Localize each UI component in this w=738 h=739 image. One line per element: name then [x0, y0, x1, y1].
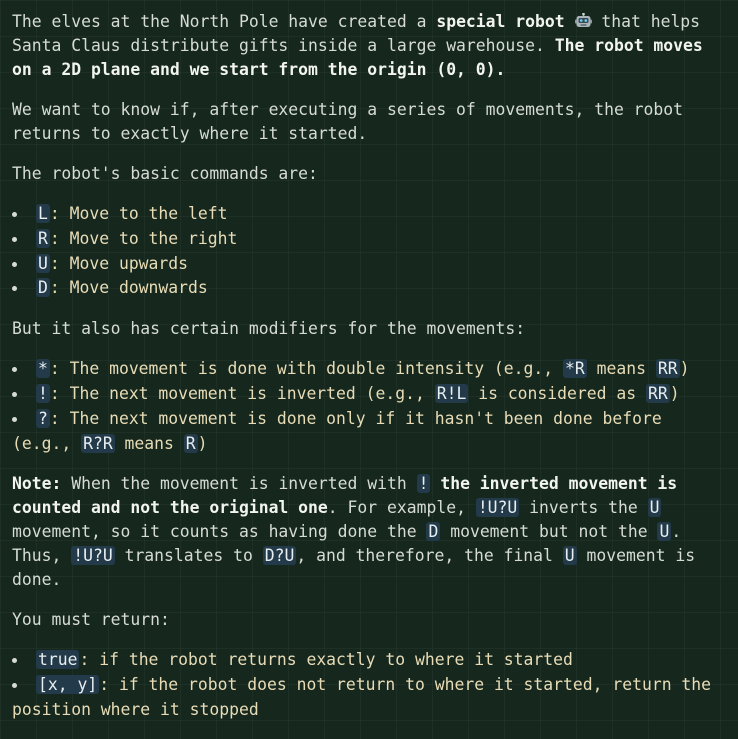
list-item-command-right: R: Move to the right	[12, 227, 728, 252]
code-inline: !	[416, 474, 431, 494]
code-inline: !U?U	[475, 498, 520, 518]
code-inline: true	[36, 650, 80, 670]
code-inline: U	[657, 522, 672, 542]
code-inline: L	[36, 204, 50, 223]
code-inline: !U?U	[71, 546, 115, 566]
code-inline: U	[36, 253, 50, 273]
goal-paragraph: We want to know if, after executing a se…	[12, 100, 684, 143]
return-heading: You must return:	[12, 610, 170, 630]
code-inline: U	[647, 498, 662, 518]
list-item-modifier-once: ?: The next movement is done only if it …	[12, 407, 728, 457]
code-inline: D?U	[262, 546, 297, 566]
list-item-command-left: L: Move to the left	[12, 202, 728, 227]
commands-list: L: Move to the left R: Move to the right…	[12, 202, 728, 301]
list-item-return-true: true: if the robot returns exactly to wh…	[12, 648, 728, 673]
code-inline: R	[183, 433, 198, 453]
list-item-modifier-invert: !: The next movement is inverted (e.g., …	[12, 382, 728, 407]
intro-bold-special-robot: special robot	[436, 12, 565, 31]
robot-emoji-icon	[574, 13, 592, 27]
code-inline: R	[36, 228, 50, 248]
code-inline: RR	[645, 383, 670, 403]
commands-heading: The robot's basic commands are:	[12, 164, 318, 183]
code-inline: [x, y]	[36, 675, 100, 695]
code-inline: D	[426, 522, 441, 542]
code-inline: *	[36, 359, 50, 379]
list-item-command-up: U: Move upwards	[12, 252, 728, 277]
code-inline: RR	[655, 359, 680, 379]
list-item-command-down: D: Move downwards	[12, 276, 728, 301]
code-inline: U	[562, 546, 577, 566]
note-paragraph: Note: When the movement is inverted with…	[12, 474, 696, 590]
code-inline: *R	[563, 359, 587, 379]
code-inline: D	[36, 278, 50, 298]
note-label: Note:	[12, 474, 62, 494]
modifiers-list: *: The movement is done with double inte…	[12, 357, 728, 456]
code-inline: R!L	[434, 383, 469, 403]
code-inline: ?	[36, 408, 50, 428]
list-item-modifier-double: *: The movement is done with double inte…	[12, 357, 728, 382]
code-inline: R?R	[81, 433, 115, 453]
code-inline: !	[36, 383, 50, 403]
list-item-return-position: [x, y]: if the robot does not return to …	[12, 673, 728, 723]
modifiers-heading: But it also has certain modifiers for th…	[12, 319, 526, 339]
challenge-description: The elves at the North Pole have created…	[12, 10, 728, 739]
return-list: true: if the robot returns exactly to wh…	[12, 648, 728, 722]
intro-paragraph: The elves at the North Pole have created…	[12, 12, 703, 79]
